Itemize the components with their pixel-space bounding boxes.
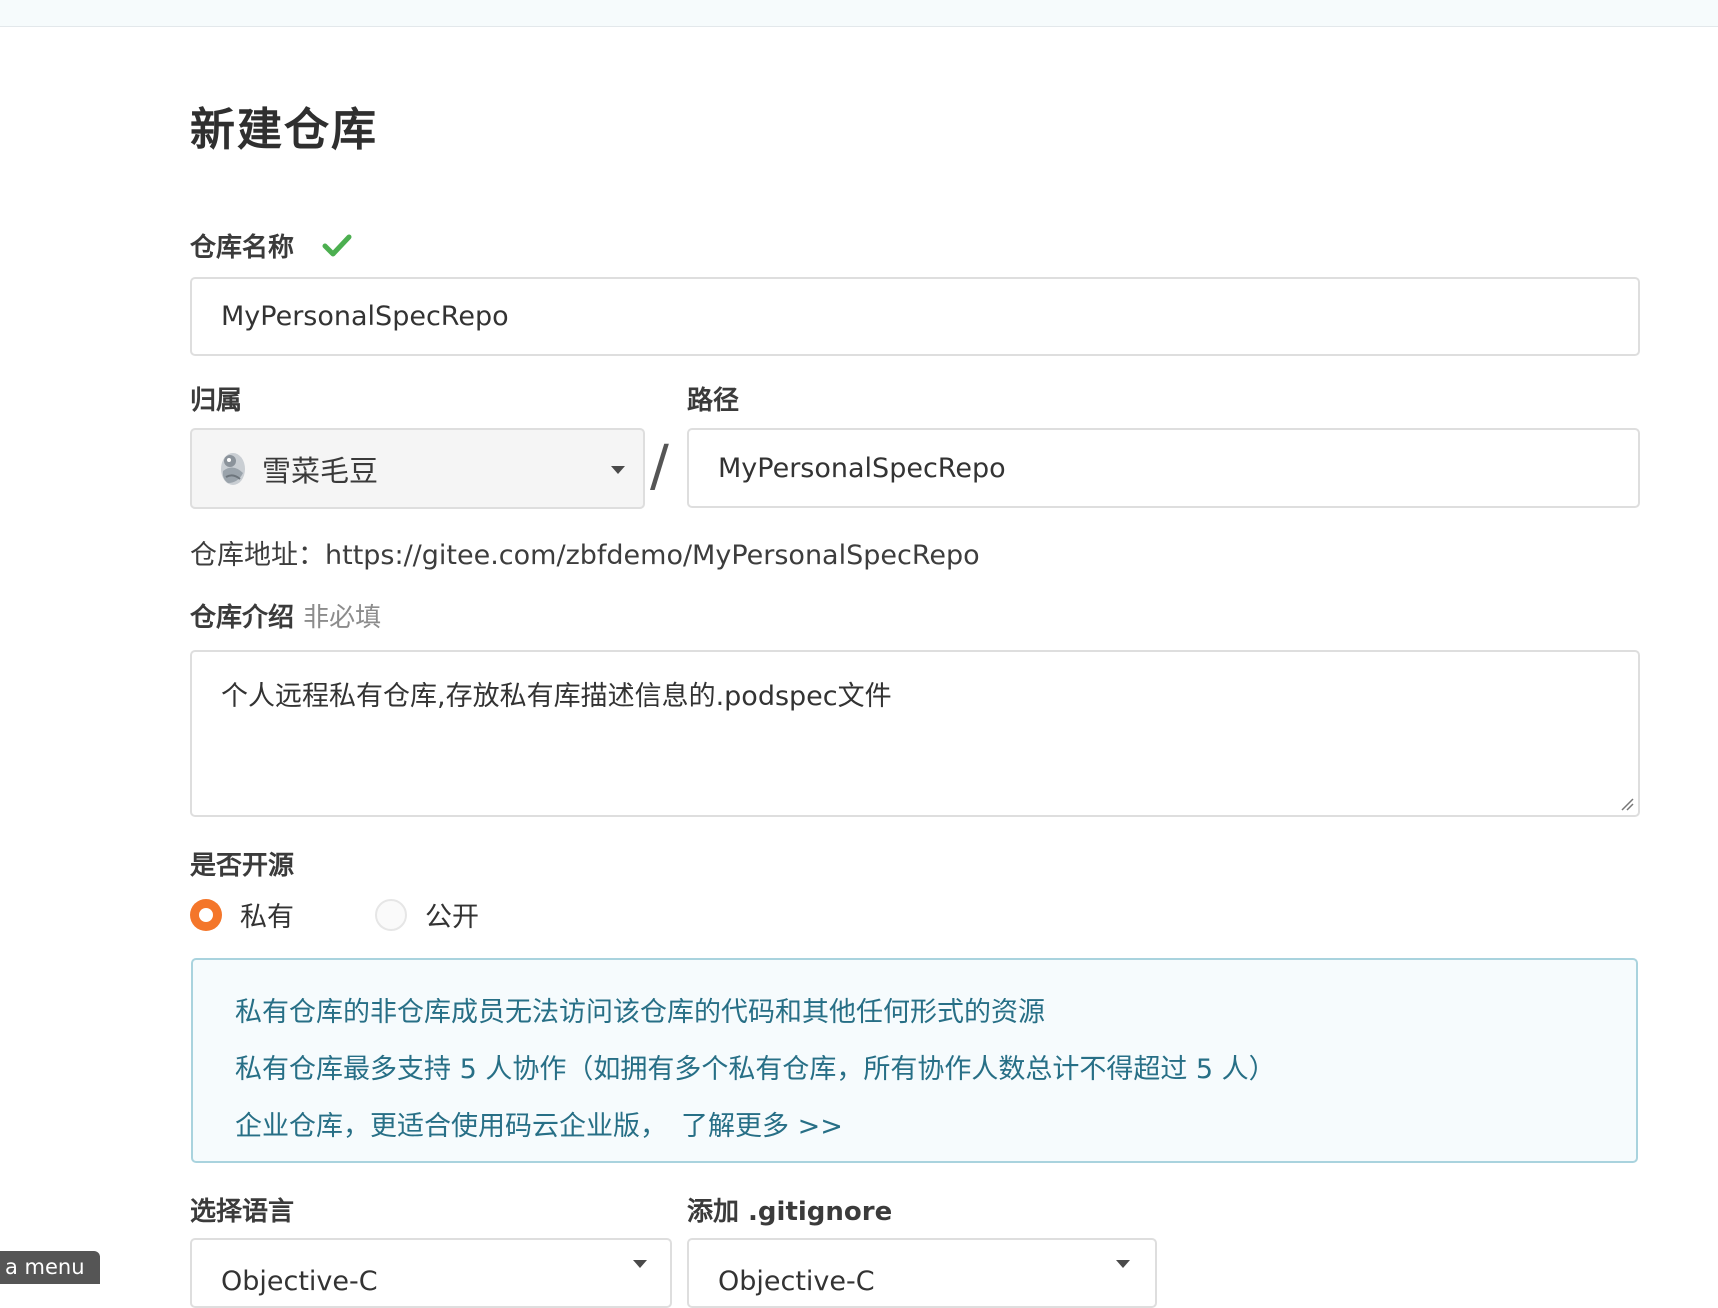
info-line-1: 私有仓库的非仓库成员无法访问该仓库的代码和其他任何形式的资源: [235, 997, 1045, 1028]
description-optional-hint: 非必填: [303, 603, 382, 633]
path-value: MyPersonalSpecRepo: [718, 452, 1006, 484]
page-title: 新建仓库: [190, 103, 379, 156]
gitignore-label: 添加 .gitignore: [687, 1197, 893, 1227]
owner-label: 归属: [190, 386, 243, 416]
chevron-down-icon: [1116, 1260, 1130, 1268]
learn-more-link[interactable]: 了解更多 >>: [681, 1111, 843, 1142]
chevron-down-icon: [611, 466, 625, 474]
language-value: Objective-C: [221, 1266, 378, 1297]
path-label: 路径: [687, 386, 740, 416]
gitignore-value: Objective-C: [718, 1266, 875, 1297]
resize-grip-icon[interactable]: [1620, 797, 1634, 811]
private-repo-info-box: 私有仓库的非仓库成员无法访问该仓库的代码和其他任何形式的资源 私有仓库最多支持 …: [191, 958, 1638, 1163]
radio-public-label: 公开: [425, 902, 479, 933]
visibility-label: 是否开源: [190, 851, 295, 881]
avatar: [221, 452, 245, 485]
repo-name-value: MyPersonalSpecRepo: [221, 301, 509, 332]
repo-name-input[interactable]: MyPersonalSpecRepo: [190, 277, 1640, 356]
info-line-3: 企业仓库，更适合使用码云企业版， 了解更多 >>: [235, 1098, 1596, 1155]
radio-public[interactable]: 公开: [375, 895, 479, 934]
repo-name-label: 仓库名称: [190, 233, 295, 263]
path-separator: /: [650, 434, 669, 499]
language-select[interactable]: Objective-C: [190, 1238, 672, 1308]
radio-public-button[interactable]: [375, 898, 407, 931]
info-line-3-text: 企业仓库，更适合使用码云企业版，: [235, 1111, 667, 1142]
repo-url: 仓库地址：https://gitee.com/zbfdemo/MyPersona…: [190, 540, 980, 571]
path-input[interactable]: MyPersonalSpecRepo: [687, 428, 1640, 508]
radio-private[interactable]: 私有: [190, 895, 294, 934]
top-navbar: [0, 0, 1718, 27]
owner-select[interactable]: 雪菜毛豆: [190, 428, 645, 509]
radio-private-label: 私有: [240, 902, 294, 933]
owner-name: 雪菜毛豆: [262, 453, 379, 488]
info-line-2: 私有仓库最多支持 5 人协作（如拥有多个私有仓库，所有协作人数总计不得超过 5 …: [235, 1054, 1276, 1085]
radio-private-button[interactable]: [190, 898, 222, 931]
description-label-text: 仓库介绍: [190, 603, 295, 633]
menu-tab[interactable]: a menu: [0, 1251, 100, 1284]
description-label: 仓库介绍 非必填: [190, 601, 381, 635]
language-label: 选择语言: [190, 1197, 295, 1227]
gitignore-select[interactable]: Objective-C: [687, 1238, 1157, 1308]
check-icon: [322, 234, 352, 257]
description-textarea[interactable]: 个人远程私有仓库,存放私有库描述信息的.podspec文件: [190, 650, 1640, 817]
chevron-down-icon: [633, 1260, 647, 1268]
description-value: 个人远程私有仓库,存放私有库描述信息的.podspec文件: [221, 681, 892, 712]
